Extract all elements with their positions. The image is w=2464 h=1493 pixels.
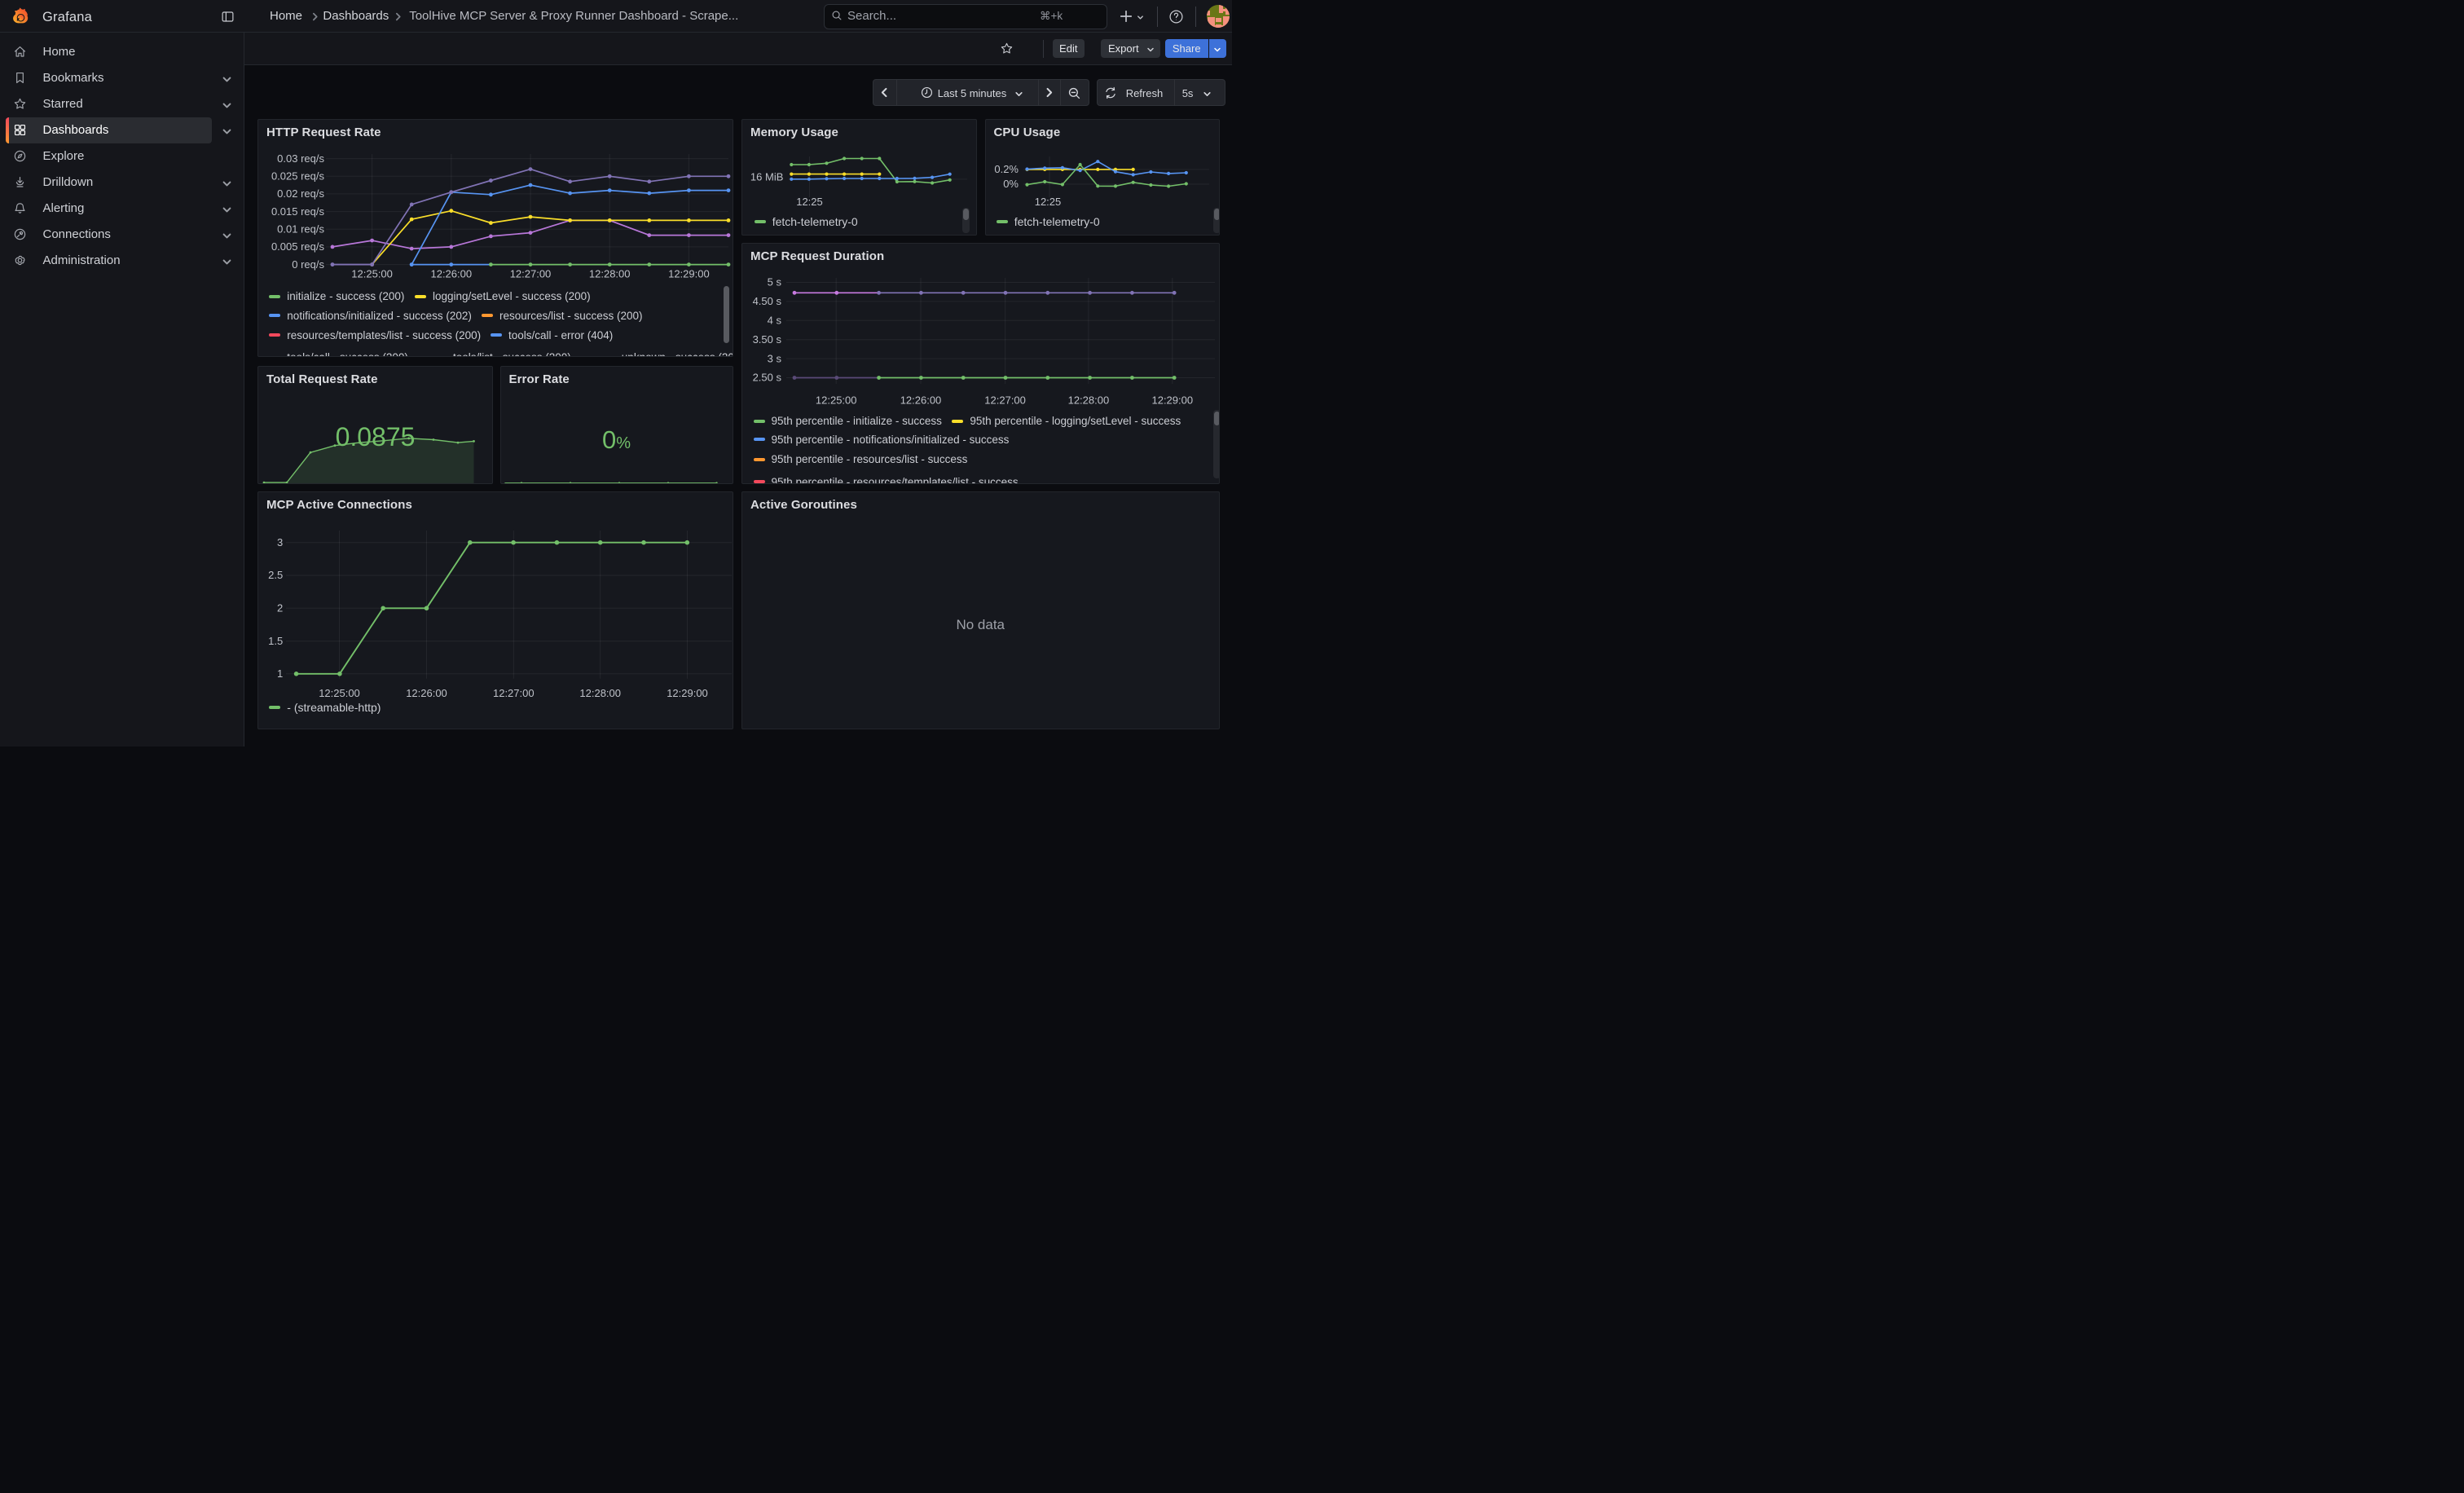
svg-text:12:27:00: 12:27:00 [984,394,1026,406]
svg-text:12:26:00: 12:26:00 [900,394,942,406]
svg-text:2.5: 2.5 [268,569,283,581]
svg-text:0.005 req/s: 0.005 req/s [271,240,325,253]
svg-text:12:28:00: 12:28:00 [579,687,621,699]
svg-text:12:29:00: 12:29:00 [667,687,708,699]
svg-text:0.025 req/s: 0.025 req/s [271,170,325,183]
svg-text:0.2%: 0.2% [994,163,1019,175]
svg-text:0%: 0% [1003,178,1019,190]
svg-text:0.02 req/s: 0.02 req/s [277,187,324,200]
svg-text:12:28:00: 12:28:00 [1068,394,1110,406]
svg-text:4.50 s: 4.50 s [753,295,782,307]
svg-text:2.50 s: 2.50 s [753,371,782,383]
svg-text:12:27:00: 12:27:00 [510,268,552,280]
svg-text:16 MiB: 16 MiB [750,171,783,183]
svg-text:12:29:00: 12:29:00 [1151,394,1193,406]
svg-text:1: 1 [277,667,283,680]
svg-text:12:29:00: 12:29:00 [668,268,710,280]
svg-text:12:28:00: 12:28:00 [589,268,631,280]
svg-text:1.5: 1.5 [268,635,283,647]
svg-text:12:26:00: 12:26:00 [406,687,447,699]
svg-text:12:25:00: 12:25:00 [816,394,857,406]
svg-text:12:25:00: 12:25:00 [319,687,360,699]
svg-text:3: 3 [277,536,283,548]
svg-text:5 s: 5 s [768,275,782,288]
svg-text:4 s: 4 s [768,314,782,326]
svg-text:0 req/s: 0 req/s [292,258,324,271]
svg-text:3.50 s: 3.50 s [753,333,782,345]
svg-text:12:25: 12:25 [796,196,823,208]
svg-text:3 s: 3 s [768,352,782,364]
svg-text:0.015 req/s: 0.015 req/s [271,205,325,218]
svg-text:12:26:00: 12:26:00 [430,268,472,280]
svg-text:0.03 req/s: 0.03 req/s [277,152,324,165]
svg-text:12:25:00: 12:25:00 [351,268,393,280]
svg-text:2: 2 [277,602,283,614]
svg-text:0.01 req/s: 0.01 req/s [277,223,324,236]
svg-text:12:27:00: 12:27:00 [493,687,535,699]
svg-text:12:25: 12:25 [1034,196,1061,208]
